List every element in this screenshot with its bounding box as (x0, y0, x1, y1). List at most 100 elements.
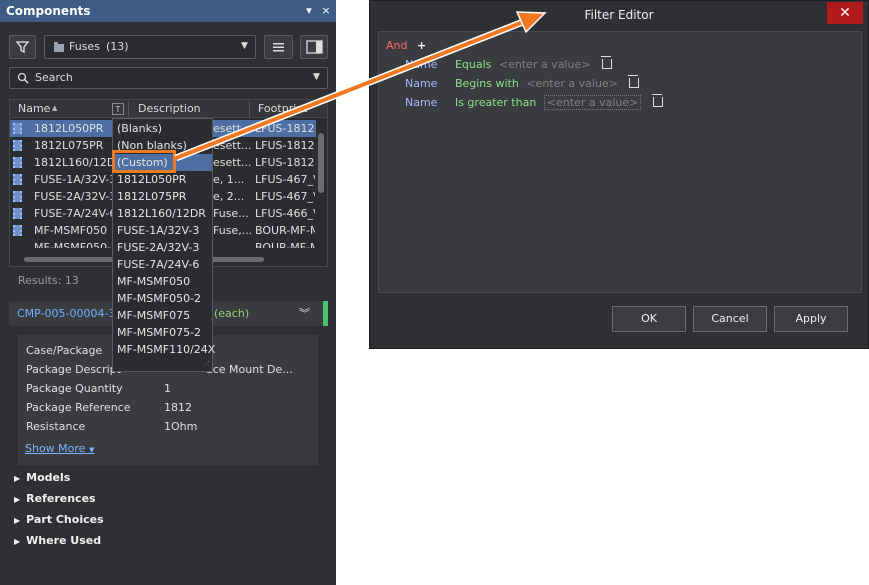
collapse-icon[interactable]: ︾ (299, 305, 310, 321)
column-divider (249, 101, 250, 117)
filter-option[interactable]: 1812L075PR (117, 188, 211, 205)
category-name: Fuses (69, 40, 100, 53)
show-more-link[interactable]: Show More ▼ (25, 442, 94, 455)
resize-grip-icon[interactable]: ⋰ (203, 360, 210, 368)
filter-option[interactable]: 1812L160/12DR (117, 205, 211, 222)
condition-field[interactable]: Name (405, 96, 437, 109)
filter-option[interactable]: MF-MSMF050 (117, 273, 211, 290)
ok-button[interactable]: OK (612, 306, 686, 332)
search-chevron-icon[interactable]: ▼ (313, 72, 320, 82)
search-icon (17, 72, 29, 87)
component-icon (13, 225, 22, 236)
menu-button[interactable] (264, 35, 293, 59)
row-footprint: LFUS-467_V (255, 190, 315, 203)
row-description: Fuse,... (213, 224, 253, 237)
row-description: e, 2... (213, 190, 245, 203)
expand-icon: ▶ (14, 495, 21, 504)
section-part-choices[interactable]: ▶ Part Choices (14, 510, 104, 530)
row-description: Fuse... (213, 207, 249, 220)
component-icon (13, 174, 22, 185)
trash-icon[interactable] (628, 75, 640, 88)
filter-conditions-area: And + Name Equals <enter a value> Name B… (378, 31, 862, 293)
component-icon (13, 123, 22, 134)
chevron-down-icon: ▼ (241, 41, 248, 51)
condition-row: Name Is greater than <enter a value> (405, 94, 663, 112)
filter-button[interactable] (9, 35, 36, 59)
filter-option[interactable]: FUSE-7A/24V-6 (117, 256, 211, 273)
section-references[interactable]: ▶ References (14, 489, 96, 509)
expand-icon: ▶ (14, 516, 21, 525)
component-icon (13, 140, 22, 151)
dialog-title: Filter Editor (584, 8, 654, 22)
apply-button[interactable]: Apply (774, 306, 848, 332)
cancel-button[interactable]: Cancel (693, 306, 767, 332)
filter-option[interactable]: MF-MSMF050-2 (117, 290, 211, 307)
trash-icon[interactable] (600, 56, 612, 69)
group-row: And + (386, 37, 426, 55)
add-condition-icon[interactable]: + (417, 39, 426, 52)
panel-layout-icon (306, 40, 323, 54)
category-select[interactable]: Fuses (13) ▼ (44, 35, 256, 59)
panel-layout-button[interactable] (300, 35, 328, 59)
search-input[interactable]: Search ▼ (9, 67, 328, 89)
filter-option[interactable]: FUSE-2A/32V-3 (117, 239, 211, 256)
row-name: MF-MSMF050 (34, 224, 108, 237)
filter-editor-dialog: Filter Editor ✕ And + Name Equals <enter… (369, 0, 869, 349)
row-description: esett... (213, 122, 252, 135)
pin-dropdown-icon[interactable]: ▾ (302, 3, 316, 19)
scrollbar-thumb[interactable] (318, 133, 324, 193)
row-name: MF-MSMF050-2 (34, 241, 119, 248)
row-footprint: LFUS-1812L (255, 122, 315, 135)
panel-title: Components (0, 0, 336, 22)
filter-option[interactable]: MF-MSMF075-2 (117, 324, 211, 341)
filter-option[interactable]: MF-MSMF110/24X (117, 341, 215, 358)
property-row: Resistance 1Ohm (26, 420, 198, 433)
search-placeholder: Search (35, 71, 73, 84)
row-name: 1812L075PR (34, 139, 104, 152)
column-filter-icon[interactable]: T (112, 103, 124, 115)
column-header-name[interactable]: Name (18, 100, 50, 118)
row-footprint: LFUS-467_V (255, 173, 315, 186)
filter-option[interactable]: MF-MSMF075 (117, 307, 211, 324)
sort-asc-icon: ▲ (52, 104, 58, 112)
condition-field[interactable]: Name (405, 77, 437, 90)
row-footprint: BOUR-MF-M (255, 224, 315, 237)
row-description: esett... (213, 156, 252, 169)
filter-option[interactable]: (Blanks) (117, 120, 211, 137)
row-footprint: LFUS-466_V (255, 207, 315, 220)
menu-icon (273, 43, 284, 52)
condition-value-input[interactable]: <enter a value> (543, 95, 642, 110)
filter-option[interactable]: FUSE-1A/32V-3 (117, 222, 211, 239)
row-footprint: LFUS-1812L (255, 139, 315, 152)
condition-value[interactable]: <enter a value> (499, 58, 591, 71)
category-count: (13) (106, 40, 129, 53)
column-header-description[interactable]: Description (138, 100, 201, 118)
chevron-down-icon: ▼ (88, 446, 95, 454)
close-icon[interactable]: × (319, 3, 333, 19)
custom-highlight-callout (112, 150, 176, 173)
column-header-footprint[interactable]: Footprint (258, 100, 308, 118)
property-row: Package Reference 1812 (26, 401, 192, 414)
condition-operator[interactable]: Equals (455, 58, 491, 71)
row-footprint: LFUS-1812L (255, 156, 315, 169)
expand-icon: ▶ (14, 537, 21, 546)
row-name: FUSE-2A/32V-3 (34, 190, 117, 203)
row-description: e, 1... (213, 173, 245, 186)
component-id: CMP-005-00004-3 (17, 307, 116, 320)
condition-operator[interactable]: Begins with (455, 77, 519, 90)
filter-icon (15, 41, 30, 54)
section-where-used[interactable]: ▶ Where Used (14, 531, 101, 551)
condition-operator[interactable]: Is greater than (455, 96, 536, 109)
filter-option[interactable]: 1812L050PR (117, 171, 211, 188)
trash-icon[interactable] (651, 94, 663, 107)
section-models[interactable]: ▶ Models (14, 468, 70, 488)
condition-value[interactable]: <enter a value> (526, 77, 618, 90)
component-icon (13, 157, 22, 168)
close-icon[interactable]: ✕ (827, 2, 863, 24)
condition-row: Name Begins with <enter a value> (405, 75, 640, 93)
row-footprint: BOUR-MF-M (255, 241, 315, 248)
row-name: 1812L160/12DR (34, 156, 123, 169)
vertical-scrollbar[interactable] (316, 119, 326, 247)
condition-field[interactable]: Name (405, 58, 437, 71)
group-operator[interactable]: And (386, 39, 407, 52)
